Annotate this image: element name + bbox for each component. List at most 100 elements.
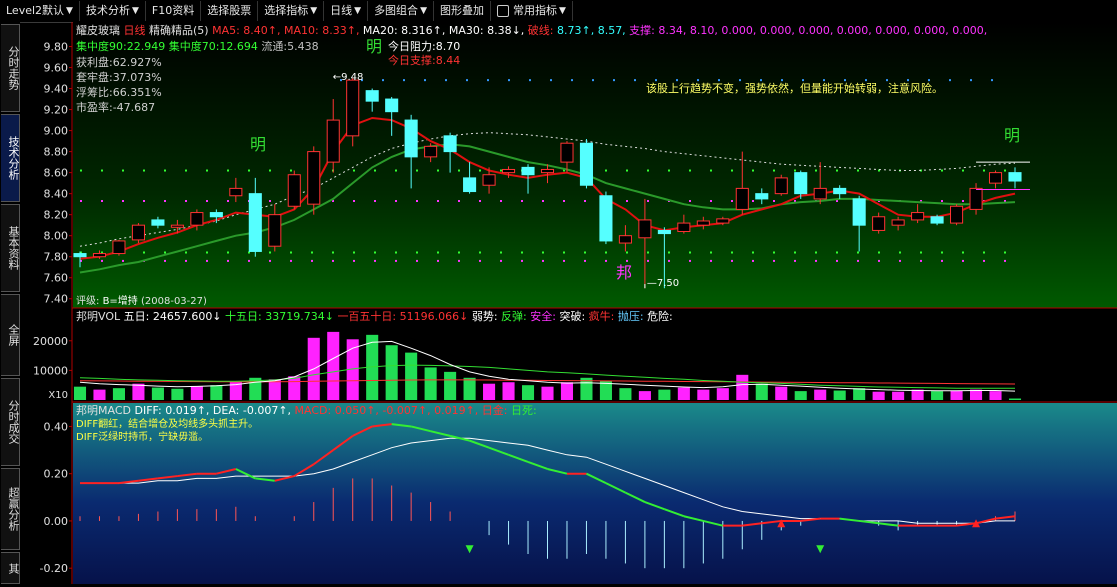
candle-up bbox=[326, 119, 340, 163]
candle-up bbox=[911, 212, 925, 221]
candle-down bbox=[404, 119, 418, 158]
candle-up bbox=[540, 168, 555, 174]
support-dot bbox=[605, 251, 607, 254]
support-dot bbox=[689, 169, 691, 172]
toolbar-label: 图形叠加 bbox=[439, 4, 484, 17]
support-dot bbox=[815, 169, 817, 172]
macd-note: DIFF泛绿时持币，宁缺毋滥。 bbox=[76, 430, 208, 443]
stat-item: 市盈率:-47.687 bbox=[76, 100, 155, 114]
dropdown-arrow-icon[interactable]: ▼ bbox=[559, 1, 566, 21]
support-dot bbox=[479, 259, 481, 262]
support-dot bbox=[815, 259, 817, 262]
candle-up bbox=[950, 205, 964, 224]
support-dot bbox=[311, 251, 313, 254]
toolbar-item-3[interactable]: 选择股票 bbox=[201, 1, 259, 21]
dropdown-arrow-icon[interactable]: ▼ bbox=[310, 1, 317, 21]
volume-bar bbox=[697, 389, 710, 400]
sidebar-tab-4[interactable]: 分时成交 bbox=[1, 378, 20, 466]
candle-up bbox=[307, 151, 321, 205]
stat-item: 浮筹比:66.351% bbox=[76, 85, 162, 99]
support-dot bbox=[269, 259, 271, 262]
candle-up bbox=[638, 219, 652, 239]
support-dot bbox=[206, 200, 208, 203]
toolbar-item-7[interactable]: 图形叠加 bbox=[434, 1, 491, 21]
volume-bar bbox=[970, 389, 983, 400]
toolbar-item-8[interactable]: 常用指标 ▼ bbox=[491, 1, 573, 21]
support-dot bbox=[962, 259, 964, 262]
toolbar-label: 技术分析 bbox=[85, 4, 130, 17]
volume-bar bbox=[677, 387, 690, 400]
support-dot bbox=[857, 251, 859, 254]
ming-label: 明 bbox=[366, 37, 382, 56]
toolbar-item-4[interactable]: 选择指标 ▼ bbox=[258, 1, 325, 21]
sidebar-tab-6[interactable]: 其 bbox=[1, 552, 20, 584]
support-dot bbox=[374, 169, 376, 172]
price-tick: 9.80 bbox=[44, 41, 69, 54]
support-dot bbox=[802, 79, 804, 82]
support-dot bbox=[844, 79, 846, 82]
support-dot bbox=[1004, 259, 1006, 262]
candle-up bbox=[969, 187, 983, 210]
volume-bar bbox=[288, 376, 301, 400]
toolbar-item-5[interactable]: 日线 ▼ bbox=[324, 1, 369, 21]
support-dot bbox=[605, 259, 607, 262]
volume-bar bbox=[424, 367, 437, 400]
candle-down bbox=[579, 142, 593, 186]
candle-up bbox=[424, 145, 438, 158]
support-dot bbox=[794, 251, 796, 254]
support-dot bbox=[395, 169, 397, 172]
candle-up bbox=[112, 240, 126, 255]
support-dot bbox=[647, 169, 649, 172]
support-dot bbox=[353, 251, 355, 254]
volume-item: 危险: bbox=[647, 309, 673, 323]
toolbar-item-2[interactable]: F10资料 bbox=[146, 1, 202, 21]
price-tick: 8.20 bbox=[44, 209, 69, 222]
support-dot bbox=[983, 251, 985, 254]
toolbar-label: 选择股票 bbox=[207, 4, 252, 17]
support-dot bbox=[458, 169, 460, 172]
sidebar-tab-1[interactable]: 技术分析 bbox=[1, 114, 20, 202]
support-dot bbox=[542, 259, 544, 262]
toolbar-item-1[interactable]: 技术分析 ▼ bbox=[80, 1, 146, 21]
today-resistance: 今日阻力:8.70 bbox=[388, 39, 460, 53]
ma-value: 8.38↓, bbox=[484, 24, 525, 37]
sidebar-tab-2[interactable]: 基本资料 bbox=[1, 204, 20, 292]
support-dot bbox=[529, 79, 531, 82]
support-dot bbox=[836, 200, 838, 203]
macd-note: DIFF翻红，结合增仓及均线多头抓主升。 bbox=[76, 417, 258, 430]
sidebar-tab-3[interactable]: 全屏 bbox=[1, 294, 20, 376]
sidebar-tab-5[interactable]: 超赢分析 bbox=[1, 468, 20, 550]
toolbar-label: 多图组合 bbox=[374, 4, 419, 17]
candle-down bbox=[365, 90, 379, 102]
dropdown-arrow-icon[interactable]: ▼ bbox=[132, 1, 139, 21]
support-dot bbox=[752, 200, 754, 203]
support-dot bbox=[668, 169, 670, 172]
lock-icon[interactable] bbox=[496, 5, 509, 17]
volume-item: 疯牛: bbox=[589, 309, 618, 323]
ma-value: 8.40↑, bbox=[240, 24, 281, 37]
break-label: 破线: bbox=[524, 23, 553, 37]
volume-item: 安全: bbox=[530, 309, 559, 323]
support-dot bbox=[332, 259, 334, 262]
sidebar-tab-0[interactable]: 分时走势 bbox=[1, 24, 20, 112]
volume-item: 五日: 24657.600↓ bbox=[124, 310, 225, 323]
rating-value: B=增持 bbox=[103, 294, 141, 307]
dropdown-arrow-icon[interactable]: ▼ bbox=[420, 1, 427, 21]
support-dot bbox=[584, 251, 586, 254]
rating: 评级: B=增持 (2008-03-27) bbox=[76, 294, 207, 307]
support-dot bbox=[760, 79, 762, 82]
rating-label: 评级: bbox=[76, 295, 103, 307]
dropdown-arrow-icon[interactable]: ▼ bbox=[354, 1, 361, 21]
support-dot bbox=[500, 169, 502, 172]
candle-down bbox=[248, 193, 262, 252]
candle-up bbox=[891, 219, 905, 226]
support-dot bbox=[836, 251, 838, 254]
candle-down bbox=[1008, 172, 1022, 182]
dropdown-arrow-icon[interactable]: ▼ bbox=[66, 1, 73, 21]
toolbar-item-0[interactable]: Level2默认 ▼ bbox=[0, 1, 80, 21]
support-dot bbox=[542, 200, 544, 203]
volume-bar bbox=[405, 352, 418, 400]
toolbar-item-6[interactable]: 多图组合 ▼ bbox=[368, 1, 434, 21]
volume-item: 十五日: 33719.734↓ bbox=[225, 309, 337, 323]
support-dot bbox=[290, 169, 292, 172]
